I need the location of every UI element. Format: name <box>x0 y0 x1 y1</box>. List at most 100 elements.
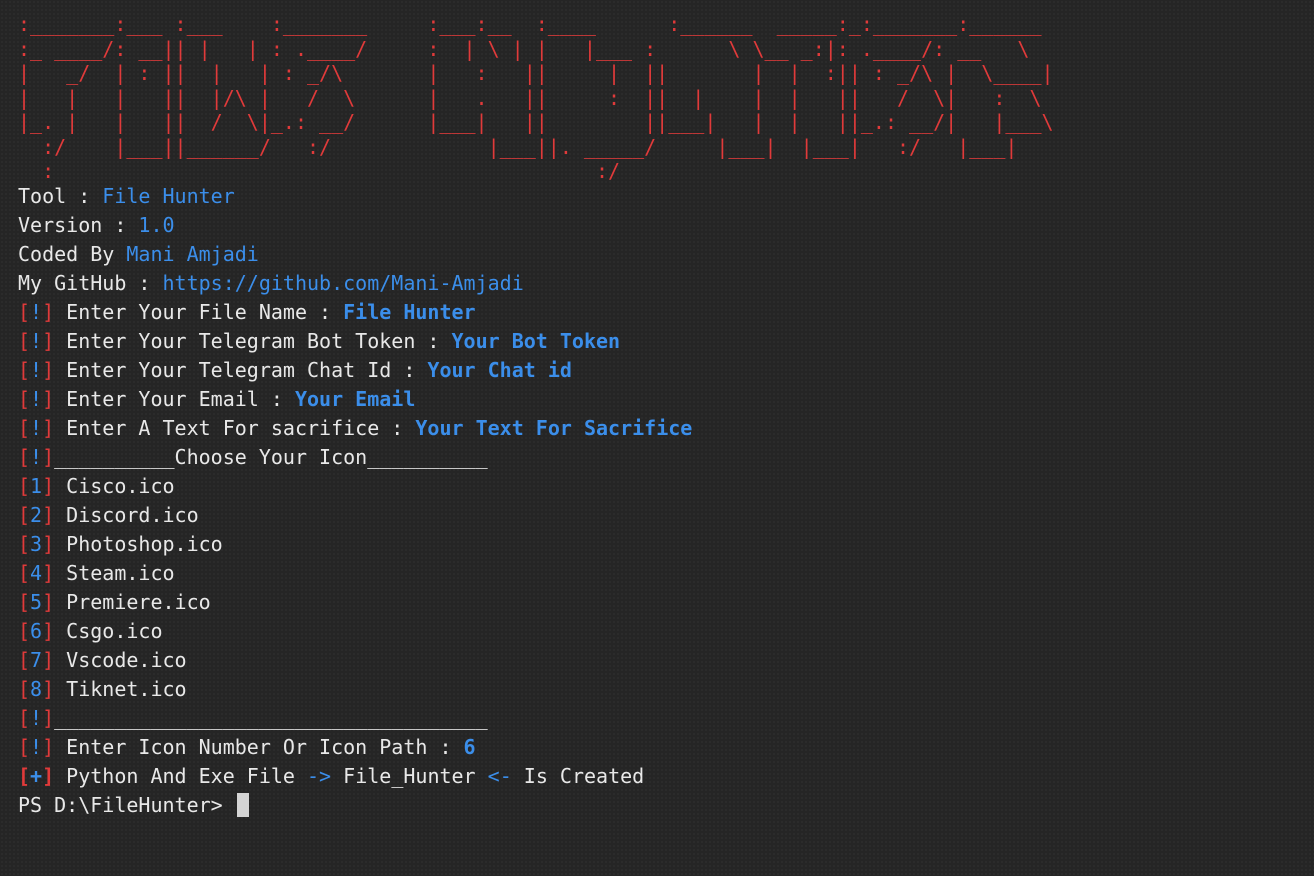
arrow-right-icon: -> <box>307 763 332 788</box>
prompt-sacrifice: [!] Enter A Text For sacrifice : Your Te… <box>18 414 1314 443</box>
icon-menu-divider: ____________________________________ <box>54 705 488 730</box>
bracket-close: ] <box>42 618 55 643</box>
icon-option-7: [7] Vscode.ico <box>18 646 1314 675</box>
icon-option-1: [1] Cisco.ico <box>18 472 1314 501</box>
coded-by-value: Mani Amjadi <box>126 241 259 266</box>
github-link[interactable]: https://github.com/Mani-Amjadi <box>163 271 524 295</box>
icon-option-name: Tiknet.ico <box>54 676 187 701</box>
marker-open: [ <box>18 357 31 382</box>
icon-option-name: Cisco.ico <box>54 473 175 498</box>
icon-option-number: 1 <box>30 473 43 498</box>
prompt-email: [!] Enter Your Email : Your Email <box>18 385 1314 414</box>
icon-option-number: 5 <box>30 589 43 614</box>
prompt-bot-token: [!] Enter Your Telegram Bot Token : Your… <box>18 327 1314 356</box>
github-label: My GitHub : <box>18 270 163 295</box>
sacrifice-input[interactable]: Your Text For Sacrifice <box>415 416 692 440</box>
icon-option-5: [5] Premiere.ico <box>18 588 1314 617</box>
bracket-open: [ <box>18 763 31 788</box>
bracket-open: [ <box>18 589 31 614</box>
prompt-file-name: [!] Enter Your File Name : File Hunter <box>18 298 1314 327</box>
icon-option-name: Csgo.ico <box>54 618 163 643</box>
chat-id-input[interactable]: Your Chat id <box>427 358 572 382</box>
marker-close: ] <box>42 386 55 411</box>
marker-bang: ! <box>30 299 43 324</box>
marker-close: ] <box>42 328 55 353</box>
icon-option-number: 6 <box>30 618 43 643</box>
bracket-open: [ <box>18 531 31 556</box>
icon-option-name: Discord.ico <box>54 502 199 527</box>
tool-label: Tool : <box>18 183 103 208</box>
bracket-close: ] <box>42 502 55 527</box>
marker-open: [ <box>18 299 31 324</box>
bot-token-input[interactable]: Your Bot Token <box>452 329 621 353</box>
tool-line: Tool : File Hunter <box>18 182 1314 211</box>
marker-close: ] <box>42 299 55 324</box>
ascii-banner: :_______:___ :___ :_______ :___:__ :____… <box>18 12 1054 183</box>
arrow-left-icon: <- <box>487 763 512 788</box>
icon-option-6: [6] Csgo.ico <box>18 617 1314 646</box>
file-name-label: Enter Your File Name : <box>54 299 344 324</box>
version-line: Version : 1.0 <box>18 211 1314 240</box>
email-input[interactable]: Your Email <box>295 387 415 411</box>
result-file-name: File_Hunter <box>331 763 488 788</box>
bracket-open: [ <box>18 676 31 701</box>
marker-open: [ <box>18 705 31 730</box>
bracket-close: ] <box>42 763 55 788</box>
version-value: 1.0 <box>138 212 175 237</box>
marker-open: [ <box>18 328 31 353</box>
icon-option-number: 7 <box>30 647 43 672</box>
icon-option-number: 3 <box>30 531 43 556</box>
sacrifice-label: Enter A Text For sacrifice : <box>54 415 416 440</box>
icon-option-number: 4 <box>30 560 43 585</box>
email-label: Enter Your Email : <box>54 386 295 411</box>
marker-close: ] <box>42 415 55 440</box>
marker-open: [ <box>18 444 31 469</box>
bracket-close: ] <box>42 647 55 672</box>
icon-option-name: Steam.ico <box>54 560 175 585</box>
result-text-after: Is Created <box>511 763 645 788</box>
icon-number-label: Enter Icon Number Or Icon Path : <box>54 734 464 759</box>
marker-bang: ! <box>30 705 43 730</box>
icon-number-input[interactable]: 6 <box>464 735 476 759</box>
shell-prompt-line[interactable]: PS D:\FileHunter> <box>18 791 1314 820</box>
marker-open: [ <box>18 734 31 759</box>
prompt-icon-number: [!] Enter Icon Number Or Icon Path : 6 <box>18 733 1314 762</box>
marker-close: ] <box>42 734 55 759</box>
success-marker: + <box>30 763 43 788</box>
icon-option-number: 8 <box>30 676 43 701</box>
text-cursor[interactable] <box>236 792 249 817</box>
result-line: [+] Python And Exe File -> File_Hunter <… <box>18 762 1314 791</box>
marker-close: ] <box>42 444 55 469</box>
bracket-close: ] <box>42 589 55 614</box>
bracket-open: [ <box>18 647 31 672</box>
icon-option-2: [2] Discord.ico <box>18 501 1314 530</box>
file-name-input[interactable]: File Hunter <box>343 300 475 324</box>
marker-open: [ <box>18 386 31 411</box>
marker-bang: ! <box>30 386 43 411</box>
icon-option-name: Photoshop.ico <box>54 531 223 556</box>
coded-by-line: Coded By Mani Amjadi <box>18 240 1314 269</box>
tool-value: File Hunter <box>102 183 235 208</box>
github-line: My GitHub : https://github.com/Mani-Amja… <box>18 269 1314 298</box>
marker-bang: ! <box>30 357 43 382</box>
shell-prompt: PS D:\FileHunter> <box>18 792 235 817</box>
icon-option-4: [4] Steam.ico <box>18 559 1314 588</box>
marker-bang: ! <box>30 415 43 440</box>
bracket-close: ] <box>42 560 55 585</box>
icon-menu-footer: [!]____________________________________ <box>18 704 1314 733</box>
terminal-window[interactable]: :_______:___ :___ :_______ :___:__ :____… <box>0 0 1314 876</box>
bot-token-label: Enter Your Telegram Bot Token : <box>54 328 452 353</box>
prompt-chat-id: [!] Enter Your Telegram Chat Id : Your C… <box>18 356 1314 385</box>
icon-option-8: [8] Tiknet.ico <box>18 675 1314 704</box>
marker-close: ] <box>42 357 55 382</box>
icon-option-3: [3] Photoshop.ico <box>18 530 1314 559</box>
bracket-open: [ <box>18 618 31 643</box>
chat-id-label: Enter Your Telegram Chat Id : <box>54 357 428 382</box>
icon-menu-title: __________Choose Your Icon__________ <box>54 444 488 469</box>
bracket-close: ] <box>42 473 55 498</box>
bracket-open: [ <box>18 502 31 527</box>
marker-bang: ! <box>30 734 43 759</box>
result-text-before: Python And Exe File <box>54 763 308 788</box>
icon-option-number: 2 <box>30 502 43 527</box>
icon-option-name: Vscode.ico <box>54 647 187 672</box>
